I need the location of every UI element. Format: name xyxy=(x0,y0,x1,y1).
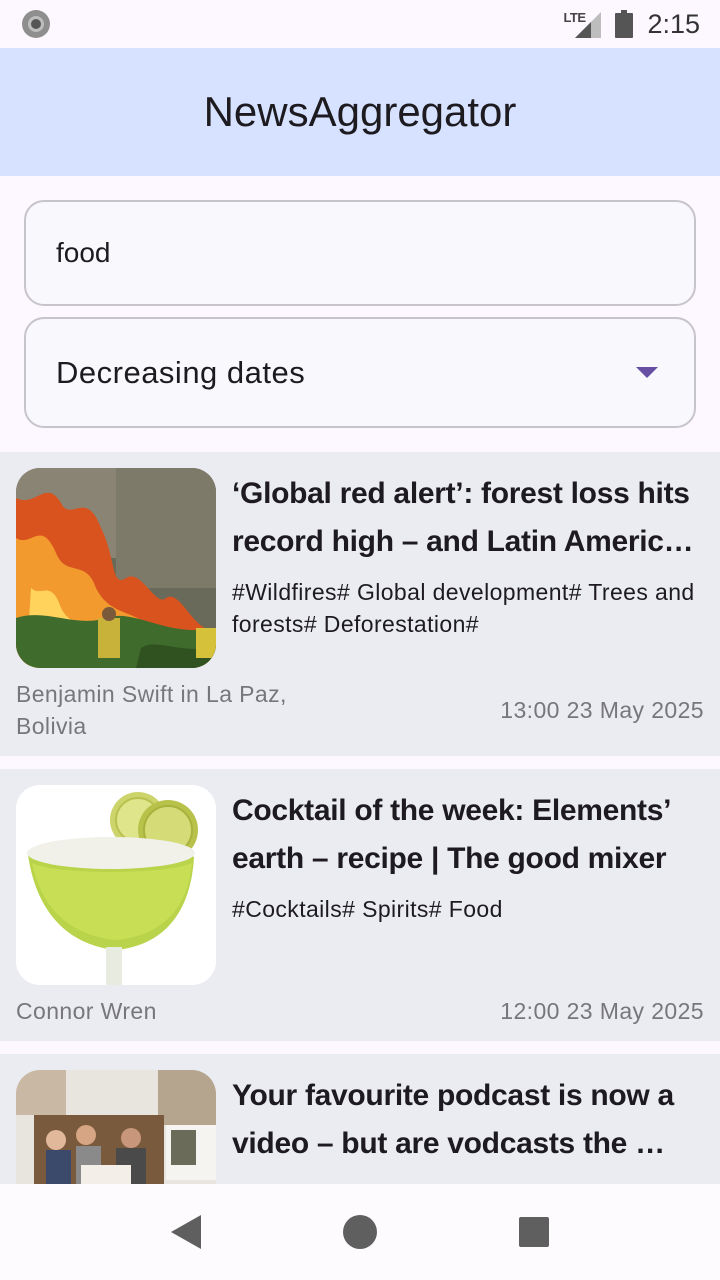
sort-order-label: Decreasing dates xyxy=(56,354,306,390)
home-icon[interactable] xyxy=(343,1215,377,1249)
status-time: 2:15 xyxy=(647,8,700,39)
article-title[interactable]: Your favourite podcast is now a video – … xyxy=(232,1072,708,1168)
back-icon[interactable] xyxy=(171,1215,201,1249)
article-thumbnail[interactable] xyxy=(16,468,216,668)
article-card[interactable]: ‘Global red alert’: forest loss hits rec… xyxy=(0,452,720,756)
sort-order-dropdown[interactable]: Decreasing dates xyxy=(24,317,696,428)
article-tags: #Wildfires# Global development# Trees an… xyxy=(232,579,695,637)
article-card[interactable]: Your favourite podcast is now a video – … xyxy=(0,1054,720,1184)
article-list[interactable]: ‘Global red alert’: forest loss hits rec… xyxy=(0,452,720,1184)
article-tags: #Cocktails# Spirits# Food xyxy=(232,896,503,922)
system-nav-bar xyxy=(0,1184,720,1280)
status-bar: LTE 2:15 xyxy=(0,0,720,48)
app-bar: NewsAggregator xyxy=(0,48,720,176)
battery-icon xyxy=(615,10,634,38)
recents-icon[interactable] xyxy=(519,1217,549,1247)
article-title[interactable]: Cocktail of the week: Elements’ earth – … xyxy=(232,787,708,883)
screen-record-icon xyxy=(22,10,50,38)
article-thumbnail[interactable] xyxy=(16,785,216,985)
article-author: Connor Wren xyxy=(16,998,157,1024)
article-date: 13:00 23 May 2025 xyxy=(500,697,704,723)
article-thumbnail[interactable] xyxy=(16,1070,216,1184)
article-card[interactable]: Cocktail of the week: Elements’ earth – … xyxy=(0,769,720,1041)
article-author: Benjamin Swift in La Paz, Bolivia xyxy=(16,681,287,739)
article-date: 12:00 23 May 2025 xyxy=(500,998,704,1024)
search-input[interactable] xyxy=(56,237,664,269)
article-title[interactable]: ‘Global red alert’: forest loss hits rec… xyxy=(232,470,708,566)
search-field[interactable] xyxy=(24,200,696,306)
dropdown-arrow-icon[interactable] xyxy=(636,367,658,378)
lte-signal-icon: LTE xyxy=(563,10,602,38)
app-title: NewsAggregator xyxy=(203,88,517,135)
